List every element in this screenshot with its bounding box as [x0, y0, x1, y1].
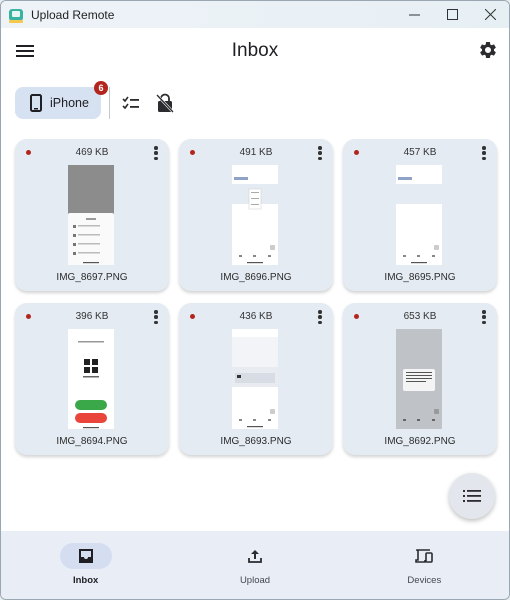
file-size: 491 KB — [239, 147, 273, 158]
screenshot-preview — [232, 165, 278, 265]
page-title: Inbox — [231, 40, 279, 61]
bottom-navigation: Inbox Upload Devices — [1, 531, 509, 599]
screenshot-preview — [232, 329, 278, 429]
dot-icon — [154, 320, 158, 324]
file-name: IMG_8697.PNG — [56, 272, 128, 283]
window-title: Upload Remote — [31, 7, 115, 22]
divider — [109, 87, 110, 119]
dot-icon — [482, 146, 486, 150]
lock-off-button[interactable] — [152, 90, 178, 116]
more-options-button[interactable] — [153, 310, 159, 324]
file-name: IMG_8694.PNG — [56, 436, 128, 447]
devices-icon — [415, 549, 434, 563]
file-thumbnail[interactable] — [396, 165, 442, 265]
dot-icon — [482, 156, 486, 160]
more-options-button[interactable] — [481, 310, 487, 324]
file-name: IMG_8693.PNG — [220, 436, 292, 447]
nav-item-devices[interactable]: Devices — [340, 531, 509, 599]
close-icon — [484, 9, 496, 20]
app-window: Upload Remote Inbox iPhone 6 469 KB IMG_… — [0, 0, 510, 600]
dot-icon — [154, 151, 158, 155]
lock-off-icon — [156, 93, 174, 113]
dot-icon — [318, 315, 322, 319]
dot-icon — [154, 156, 158, 160]
file-thumbnail[interactable] — [232, 165, 278, 265]
file-size: 457 KB — [403, 147, 437, 158]
more-options-button[interactable] — [153, 146, 159, 160]
more-options-button[interactable] — [317, 146, 323, 160]
maximize-button[interactable] — [433, 1, 471, 28]
maximize-icon — [446, 9, 458, 20]
upload-icon — [248, 550, 262, 563]
nav-label-devices: Devices — [407, 575, 442, 586]
file-size: 436 KB — [239, 311, 273, 322]
file-size: 396 KB — [75, 311, 109, 322]
file-card[interactable]: 491 KB IMG_8696.PNG — [179, 139, 333, 291]
app-bar: Inbox — [1, 28, 509, 76]
dot-icon — [318, 151, 322, 155]
screenshot-preview — [68, 329, 114, 429]
file-name: IMG_8696.PNG — [220, 272, 292, 283]
dot-icon — [318, 156, 322, 160]
file-card[interactable]: 396 KB IMG_8694.PNG — [15, 303, 169, 455]
nav-label-inbox: Inbox — [72, 575, 99, 586]
checklist-icon — [122, 96, 139, 110]
more-options-button[interactable] — [481, 146, 487, 160]
dot-icon — [482, 151, 486, 155]
file-thumbnail[interactable] — [68, 329, 114, 429]
device-chip-label: iPhone — [50, 96, 89, 110]
dot-icon — [482, 315, 486, 319]
screenshot-preview — [68, 165, 114, 265]
dot-icon — [318, 310, 322, 314]
minimize-icon — [408, 14, 420, 16]
nav-item-inbox[interactable]: Inbox — [1, 531, 170, 599]
file-name: IMG_8695.PNG — [384, 272, 456, 283]
file-card[interactable]: 653 KB IMG_8692.PNG — [343, 303, 497, 455]
screenshot-preview — [396, 329, 442, 429]
filter-row: iPhone 6 — [15, 81, 178, 120]
file-grid: 469 KB IMG_8697.PNG 491 KB IMG_8696.PNG … — [15, 139, 497, 455]
gear-icon — [480, 41, 496, 58]
list-icon — [463, 490, 481, 502]
file-size: 469 KB — [75, 147, 109, 158]
file-name: IMG_8692.PNG — [384, 436, 456, 447]
inbox-icon — [78, 549, 93, 563]
file-card[interactable]: 436 KB IMG_8693.PNG — [179, 303, 333, 455]
dot-icon — [318, 320, 322, 324]
file-thumbnail[interactable] — [232, 329, 278, 429]
more-options-button[interactable] — [317, 310, 323, 324]
dot-icon — [318, 146, 322, 150]
file-card[interactable]: 469 KB IMG_8697.PNG — [15, 139, 169, 291]
dot-icon — [154, 315, 158, 319]
close-button[interactable] — [471, 1, 509, 28]
device-chip-iphone[interactable]: iPhone 6 — [15, 81, 108, 119]
dot-icon — [482, 320, 486, 324]
screenshot-preview — [396, 165, 442, 265]
dot-icon — [154, 310, 158, 314]
nav-label-upload: Upload — [239, 575, 271, 586]
minimize-button[interactable] — [395, 1, 433, 28]
unread-count-badge: 6 — [94, 81, 108, 95]
file-thumbnail[interactable] — [68, 165, 114, 265]
dot-icon — [154, 146, 158, 150]
settings-button[interactable] — [478, 40, 500, 62]
file-size: 653 KB — [403, 311, 437, 322]
app-logo-icon — [9, 8, 23, 23]
title-bar: Upload Remote — [1, 1, 509, 28]
list-view-fab[interactable] — [449, 473, 495, 519]
select-all-button[interactable] — [118, 90, 144, 116]
smartphone-icon — [30, 94, 42, 112]
dot-icon — [482, 310, 486, 314]
nav-item-upload[interactable]: Upload — [170, 531, 339, 599]
file-thumbnail[interactable] — [396, 329, 442, 429]
file-card[interactable]: 457 KB IMG_8695.PNG — [343, 139, 497, 291]
